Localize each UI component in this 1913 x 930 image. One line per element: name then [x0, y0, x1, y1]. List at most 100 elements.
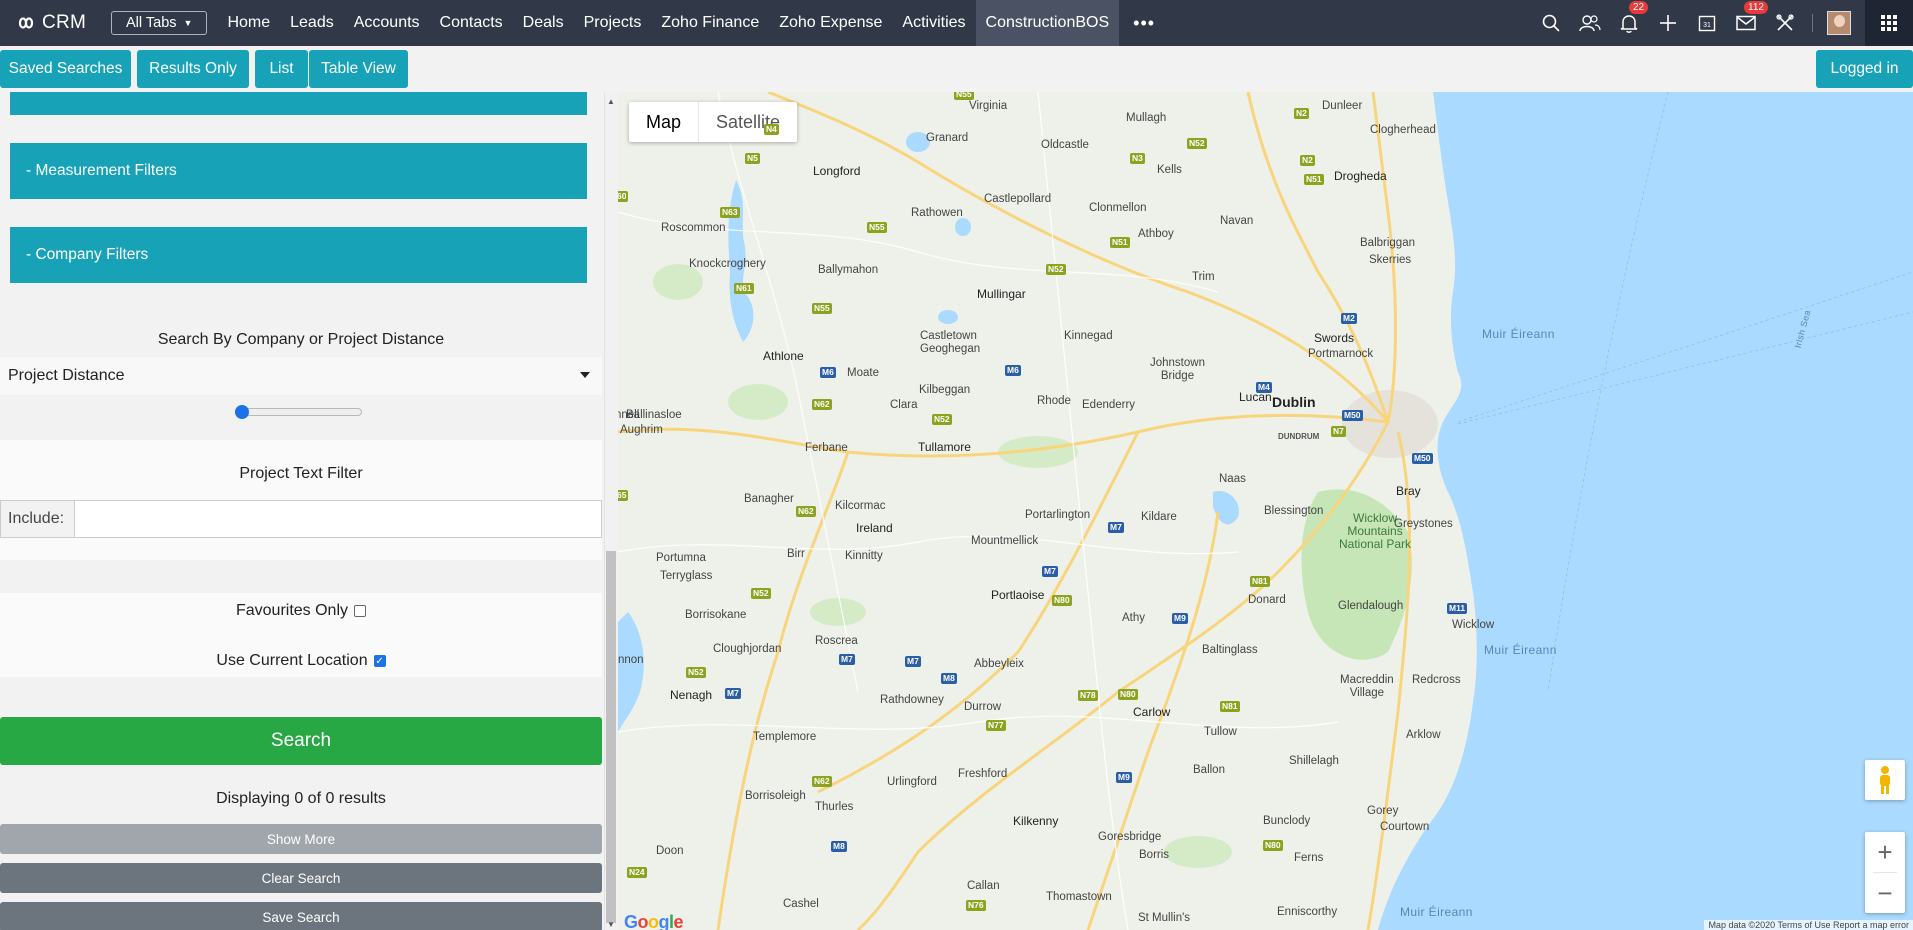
saved-searches-button[interactable]: Saved Searches: [0, 50, 131, 88]
road-shield-m7: M7: [839, 654, 855, 665]
place-label: Urlingford: [887, 776, 937, 788]
logged-in-button[interactable]: Logged in: [1816, 50, 1913, 88]
tab-contacts[interactable]: Contacts: [430, 0, 513, 46]
place-label: Redcross: [1412, 674, 1461, 686]
road-shield-n51: N51: [1304, 174, 1324, 185]
sea-label: Muir Éireann: [1484, 643, 1557, 657]
caret-down-icon: ▼: [183, 18, 193, 28]
zoom-out-button[interactable]: −: [1865, 873, 1905, 913]
nav-right-icons: 22 31 112: [1531, 0, 1913, 46]
notifications-badge: 22: [1629, 1, 1649, 14]
place-label: Thomastown: [1046, 891, 1112, 903]
tab-leads[interactable]: Leads: [280, 0, 344, 46]
include-label: Include:: [0, 500, 75, 538]
distance-select[interactable]: Project Distance: [0, 357, 602, 395]
place-label: Borris: [1139, 849, 1170, 861]
search-icon[interactable]: [1531, 0, 1570, 46]
collapsed-filter-accordion[interactable]: [10, 92, 587, 115]
map-type-satellite-button[interactable]: Satellite: [698, 102, 797, 142]
road-shield-n55: N55: [867, 222, 887, 233]
road-shield-n3: N3: [1130, 153, 1145, 164]
tab-zoho-expense[interactable]: Zoho Expense: [769, 0, 892, 46]
results-only-button[interactable]: Results Only: [137, 50, 249, 88]
zoom-in-button[interactable]: +: [1865, 832, 1905, 872]
avatar[interactable]: [1827, 11, 1851, 35]
distance-slider-track[interactable]: [235, 408, 362, 416]
company-filters-accordion[interactable]: - Company Filters: [10, 227, 587, 283]
place-label: Castletown Geoghegan: [920, 330, 981, 355]
place-label: Rathowen: [911, 207, 963, 219]
road-shield-m7: M7: [1108, 522, 1124, 533]
pegman-streetview-icon[interactable]: [1865, 760, 1905, 800]
crm-logo[interactable]: CRM: [14, 12, 110, 34]
place-label: Swords: [1314, 331, 1355, 345]
place-label: nnon: [618, 654, 644, 666]
scroll-up-arrow-icon[interactable]: ▲: [607, 97, 615, 106]
include-input[interactable]: [75, 500, 602, 538]
place-label: Wicklow: [1452, 619, 1495, 631]
current-location-checkbox[interactable]: ✓: [373, 655, 386, 667]
place-label: Kells: [1157, 164, 1182, 176]
scroll-down-arrow-icon[interactable]: ▼: [607, 920, 615, 929]
place-label: Cloughjordan: [713, 643, 782, 655]
all-tabs-dropdown[interactable]: All Tabs ▼: [111, 11, 208, 35]
road-shield-n80: N80: [1052, 595, 1072, 606]
measurement-filters-accordion[interactable]: - Measurement Filters: [10, 143, 587, 199]
search-button[interactable]: Search: [0, 717, 602, 765]
map-type-map-button[interactable]: Map: [629, 102, 698, 142]
green-area: [810, 598, 866, 626]
place-label: Tullow: [1204, 726, 1237, 738]
mail-icon[interactable]: 112: [1726, 0, 1768, 46]
place-label: Naas: [1219, 473, 1246, 485]
place-label: Kilcormac: [835, 500, 886, 512]
tab-activities[interactable]: Activities: [892, 0, 975, 46]
users-icon[interactable]: [1570, 0, 1609, 46]
place-label: Clonmellon: [1089, 202, 1147, 214]
place-label: Rhode: [1037, 395, 1071, 407]
list-button[interactable]: List: [255, 50, 308, 88]
lough-lene: [955, 218, 971, 236]
logo-text: CRM: [42, 12, 87, 33]
tools-icon[interactable]: [1765, 0, 1804, 46]
more-tabs-icon[interactable]: •••: [1119, 13, 1169, 34]
place-label: Longford: [813, 164, 861, 178]
favourites-checkbox[interactable]: [354, 605, 367, 617]
lough-derg: [618, 612, 644, 732]
road-shield-n62: N62: [796, 506, 816, 517]
table-view-button[interactable]: Table View: [309, 50, 408, 88]
show-more-button[interactable]: Show More: [0, 824, 602, 854]
road-shield-n61: N61: [734, 283, 754, 294]
tab-constructionbos[interactable]: ConstructionBOS: [975, 0, 1120, 46]
bell-icon[interactable]: 22: [1609, 0, 1649, 46]
road-shield-n52: N52: [1187, 138, 1207, 149]
road-shield-n4: N4: [764, 124, 779, 135]
tab-home[interactable]: Home: [217, 0, 280, 46]
place-label: Cashel: [783, 898, 819, 910]
apps-grid-icon[interactable]: [1865, 0, 1913, 46]
place-label: Kinnitty: [845, 550, 883, 562]
place-label: Mullingar: [977, 287, 1026, 301]
tab-deals[interactable]: Deals: [513, 0, 574, 46]
place-label: Skerries: [1369, 254, 1412, 266]
place-label: Athboy: [1138, 228, 1174, 240]
panel-scrollbar-thumb[interactable]: [606, 551, 616, 923]
plus-icon[interactable]: [1648, 0, 1687, 46]
map-view[interactable]: Map Satellite Virginia Mullagh Dunleer C…: [618, 92, 1913, 930]
tab-accounts[interactable]: Accounts: [344, 0, 430, 46]
top-nav: CRM All Tabs ▼ Home Leads Accounts Conta…: [0, 0, 1913, 46]
map-attribution[interactable]: Map data ©2020 Terms of Use Report a map…: [1704, 920, 1913, 930]
road-shield-n52: N52: [686, 667, 706, 678]
save-search-button[interactable]: Save Search: [0, 902, 602, 930]
google-logo[interactable]: Google: [624, 912, 684, 930]
calendar-icon[interactable]: 31: [1687, 0, 1726, 46]
road-shield-n51: N51: [1110, 237, 1130, 248]
place-label: Athy: [1122, 612, 1146, 624]
tab-zoho-finance[interactable]: Zoho Finance: [651, 0, 769, 46]
distance-slider-thumb[interactable]: [235, 405, 249, 419]
tab-projects[interactable]: Projects: [574, 0, 652, 46]
place-label: Doon: [656, 845, 684, 857]
place-label: Carlow: [1133, 705, 1171, 719]
place-label: Edenderry: [1082, 399, 1136, 411]
place-label: Bunclody: [1263, 815, 1311, 827]
clear-search-button[interactable]: Clear Search: [0, 863, 602, 893]
